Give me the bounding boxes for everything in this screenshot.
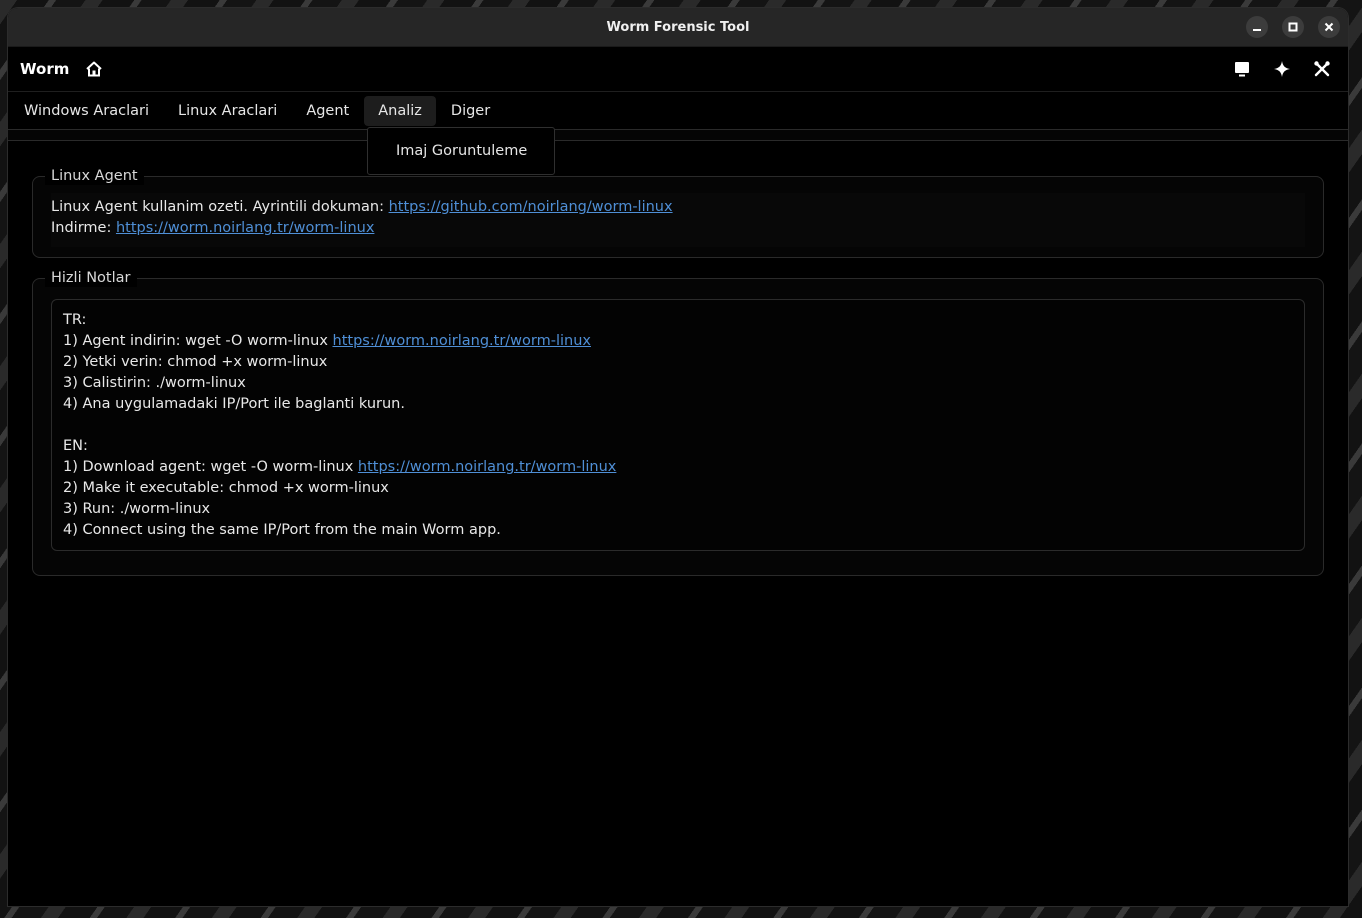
window-controls <box>1246 16 1340 38</box>
notes-tr-download-link[interactable]: https://worm.noirlang.tr/worm-linux <box>333 333 591 349</box>
window-title: Worm Forensic Tool <box>606 19 750 35</box>
notes-blank-line <box>63 415 1293 436</box>
sparkle-icon[interactable] <box>1272 59 1292 79</box>
download-link[interactable]: https://worm.noirlang.tr/worm-linux <box>116 220 374 236</box>
quick-notes-text[interactable]: TR: 1) Agent indirin: wget -O worm-linux… <box>51 299 1305 551</box>
notes-en-line-2: 2) Make it executable: chmod +x worm-lin… <box>63 480 389 496</box>
linux-agent-line-2: Indirme: https://worm.noirlang.tr/worm-l… <box>51 218 1305 239</box>
linux-agent-text[interactable]: Linux Agent kullanim ozeti. Ayrintili do… <box>51 193 1305 247</box>
notes-tr-line-3: 3) Calistirin: ./worm-linux <box>63 375 246 391</box>
linux-agent-group: Linux Agent Linux Agent kullanim ozeti. … <box>32 167 1324 258</box>
analiz-dropdown: Imaj Goruntuleme <box>367 127 555 175</box>
quick-notes-group-title: Hizli Notlar <box>45 269 137 287</box>
notes-en-line-4: 4) Connect using the same IP/Port from t… <box>63 522 501 538</box>
notes-tr-line-4: 4) Ana uygulamadaki IP/Port ile baglanti… <box>63 396 405 412</box>
notes-tr-header: TR: <box>63 312 87 328</box>
notes-tr-line-1-text: 1) Agent indirin: wget -O worm-linux <box>63 333 333 349</box>
menu-agent[interactable]: Agent <box>292 96 363 126</box>
linux-agent-group-title: Linux Agent <box>45 167 144 185</box>
minimize-button[interactable] <box>1246 16 1268 38</box>
app-name: Worm <box>20 60 70 78</box>
notes-tr-line-1: 1) Agent indirin: wget -O worm-linux htt… <box>63 331 1293 352</box>
close-icon <box>1324 22 1334 32</box>
home-icon[interactable] <box>85 60 103 78</box>
menu-bar: Windows Araclari Linux Araclari Agent An… <box>8 92 1348 130</box>
menu-item-imaj-goruntuleme[interactable]: Imaj Goruntuleme <box>368 143 527 159</box>
menu-analiz[interactable]: Analiz <box>364 96 436 126</box>
notes-tr-line-2: 2) Yetki verin: chmod +x worm-linux <box>63 354 328 370</box>
download-label: Indirme: <box>51 220 116 236</box>
notes-en-download-link[interactable]: https://worm.noirlang.tr/worm-linux <box>358 459 616 475</box>
menu-diger[interactable]: Diger <box>437 96 504 126</box>
tools-icon[interactable] <box>1312 59 1332 79</box>
menu-windows-araclari[interactable]: Windows Araclari <box>10 96 163 126</box>
monitor-icon[interactable] <box>1232 59 1252 79</box>
title-bar[interactable]: Worm Forensic Tool <box>8 8 1348 47</box>
appbar-actions <box>1232 59 1332 79</box>
menu-linux-araclari[interactable]: Linux Araclari <box>164 96 291 126</box>
github-link[interactable]: https://github.com/noirlang/worm-linux <box>389 199 673 215</box>
app-bar: Worm <box>8 47 1348 92</box>
close-button[interactable] <box>1318 16 1340 38</box>
menu-divider <box>8 129 1348 141</box>
quick-notes-group: Hizli Notlar TR: 1) Agent indirin: wget … <box>32 269 1324 576</box>
notes-en-header: EN: <box>63 438 88 454</box>
linux-agent-summary-text: Linux Agent kullanim ozeti. Ayrintili do… <box>51 199 389 215</box>
notes-en-line-3: 3) Run: ./worm-linux <box>63 501 211 517</box>
linux-agent-line-1: Linux Agent kullanim ozeti. Ayrintili do… <box>51 197 1305 218</box>
notes-en-line-1: 1) Download agent: wget -O worm-linux ht… <box>63 457 1293 478</box>
app-window: Worm Forensic Tool Worm Windows Araclari… <box>8 8 1348 906</box>
notes-en-line-1-text: 1) Download agent: wget -O worm-linux <box>63 459 358 475</box>
minimize-icon <box>1253 29 1261 31</box>
maximize-button[interactable] <box>1282 16 1304 38</box>
maximize-icon <box>1288 22 1298 32</box>
